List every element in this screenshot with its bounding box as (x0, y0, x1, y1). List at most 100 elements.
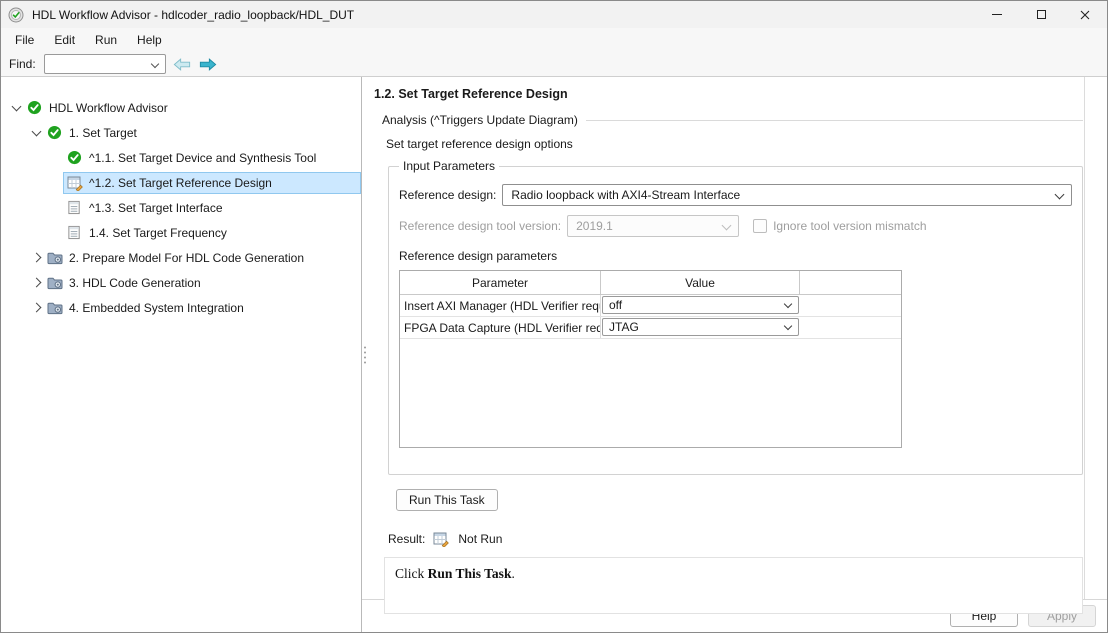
arrow-right-icon (199, 57, 217, 71)
input-parameters-group: Input Parameters Reference design: Radio… (388, 159, 1083, 475)
tree-item[interactable]: ^1.2. Set Target Reference Design (1, 170, 361, 195)
find-label: Find: (9, 57, 36, 71)
panel-splitter[interactable] (361, 346, 368, 363)
not-run-status-icon (433, 531, 450, 547)
run-this-task-button[interactable]: Run This Task (396, 489, 498, 511)
result-status: Not Run (458, 532, 503, 546)
table-row: FPGA Data Capture (HDL Verifier req... JT… (400, 317, 901, 339)
folder-gear-icon (47, 250, 64, 266)
tree-item[interactable]: 3. HDL Code Generation (1, 270, 361, 295)
column-header-filler (800, 271, 901, 294)
tool-version-value: 2019.1 (576, 219, 613, 233)
find-next-button[interactable] (198, 56, 218, 72)
menubar: File Edit Run Help (1, 28, 1107, 52)
reference-design-select[interactable]: Radio loopback with AXI4-Stream Interfac… (502, 184, 1072, 206)
document-icon (67, 225, 84, 241)
close-button[interactable] (1063, 1, 1107, 28)
tree-item[interactable]: 2. Prepare Model For HDL Code Generation (1, 245, 361, 270)
tree-item-label: ^1.3. Set Target Interface (89, 200, 223, 215)
tree-item-body[interactable]: 2. Prepare Model For HDL Code Generation (43, 247, 361, 269)
reference-design-label: Reference design: (399, 188, 497, 202)
parameter-value-cell: off (601, 295, 800, 316)
chevron-down-icon (783, 299, 793, 309)
tree-item-label: 4. Embedded System Integration (69, 300, 244, 315)
window-title: HDL Workflow Advisor - hdlcoder_radio_lo… (32, 7, 355, 22)
section-rule (585, 119, 1083, 121)
scrollbar-track[interactable] (1084, 77, 1085, 599)
tree-item[interactable]: HDL Workflow Advisor (1, 95, 361, 120)
parameter-value-cell: JTAG (601, 317, 800, 338)
ignore-mismatch-label: Ignore tool version mismatch (773, 219, 927, 233)
task-panel: 1.2. Set Target Reference Design Analysi… (362, 77, 1107, 632)
folder-gear-icon (47, 275, 64, 291)
input-parameters-legend: Input Parameters (403, 159, 496, 173)
find-previous-button[interactable] (172, 56, 192, 72)
tree-item-label: HDL Workflow Advisor (49, 100, 168, 115)
chevron-down-icon (783, 321, 793, 331)
tool-version-select[interactable]: 2019.1 (567, 215, 740, 237)
find-input[interactable] (48, 56, 145, 72)
task-pencil-icon (67, 175, 84, 191)
parameter-value-select[interactable]: JTAG (602, 318, 799, 336)
find-input-combo[interactable] (43, 54, 166, 74)
parameter-name-cell: Insert AXI Manager (HDL Verifier requ... (400, 295, 601, 316)
tree-item[interactable]: ^1.3. Set Target Interface (1, 195, 361, 220)
parameter-value-select[interactable]: off (602, 296, 799, 314)
result-message-suffix: . (511, 566, 515, 581)
parameter-name-cell: FPGA Data Capture (HDL Verifier req... (400, 317, 601, 338)
tree-item-body[interactable]: ^1.1. Set Target Device and Synthesis To… (63, 147, 361, 169)
tool-version-label: Reference design tool version: (399, 219, 562, 233)
result-message-prefix: Click (395, 566, 428, 581)
page-title: 1.2. Set Target Reference Design (374, 87, 568, 101)
hdl-workflow-advisor-window: HDL Workflow Advisor - hdlcoder_radio_lo… (0, 0, 1108, 633)
menu-help[interactable]: Help (127, 30, 172, 50)
param-table-body: Insert AXI Manager (HDL Verifier requ...… (400, 295, 901, 339)
table-row: Insert AXI Manager (HDL Verifier requ...… (400, 295, 901, 317)
tree-item[interactable]: 4. Embedded System Integration (1, 295, 361, 320)
menu-file[interactable]: File (5, 30, 44, 50)
tree-item-label: ^1.2. Set Target Reference Design (89, 175, 272, 190)
tree-item-body[interactable]: 1. Set Target (43, 122, 361, 144)
tree-item[interactable]: 1. Set Target (1, 120, 361, 145)
reference-design-parameters-label: Reference design parameters (399, 249, 558, 263)
maximize-icon (1036, 10, 1046, 19)
chevron-down-icon (1054, 189, 1065, 200)
tree-item-body[interactable]: 4. Embedded System Integration (43, 297, 361, 319)
app-icon (8, 7, 24, 23)
result-row: Result: Not Run (388, 531, 1083, 547)
tree-item-body[interactable]: ^1.3. Set Target Interface (63, 197, 361, 219)
maximize-button[interactable] (1019, 1, 1063, 28)
result-label: Result: (388, 532, 426, 546)
tree-item-label: 2. Prepare Model For HDL Code Generation (69, 250, 305, 265)
parameter-value: off (609, 298, 623, 312)
menu-run[interactable]: Run (85, 30, 127, 50)
titlebar: HDL Workflow Advisor - hdlcoder_radio_lo… (1, 1, 1107, 28)
arrow-left-icon (173, 57, 190, 71)
tree-item-body[interactable]: 1.4. Set Target Frequency (63, 222, 361, 244)
result-message: Click Run This Task. (384, 557, 1083, 614)
minimize-button[interactable] (975, 1, 1019, 28)
tree-item-body[interactable]: 3. HDL Code Generation (43, 272, 361, 294)
menu-edit[interactable]: Edit (44, 30, 85, 50)
tree-item-body[interactable]: HDL Workflow Advisor (23, 97, 361, 119)
column-header-value: Value (601, 271, 800, 294)
tree-item[interactable]: ^1.1. Set Target Device and Synthesis To… (1, 145, 361, 170)
document-icon (67, 200, 84, 216)
tree-item-label: 1.4. Set Target Frequency (89, 225, 227, 240)
workflow-tree: HDL Workflow Advisor 1. Set Target ^1.1. S… (1, 77, 362, 632)
tree-item-label: ^1.1. Set Target Device and Synthesis To… (89, 150, 317, 165)
analysis-section-header: Analysis (^Triggers Update Diagram) (382, 113, 1083, 127)
analysis-label: Analysis (^Triggers Update Diagram) (382, 113, 578, 127)
task-panel-content: 1.2. Set Target Reference Design Analysi… (362, 77, 1107, 614)
tree-item[interactable]: 1.4. Set Target Frequency (1, 220, 361, 245)
column-header-parameter: Parameter (400, 271, 601, 294)
task-description: Set target reference design options (386, 137, 573, 151)
check-circle-icon (27, 100, 44, 116)
tree-item-label: 1. Set Target (69, 125, 137, 140)
chevron-down-icon (150, 59, 159, 69)
reference-design-value: Radio loopback with AXI4-Stream Interfac… (511, 188, 741, 202)
param-table-header: Parameter Value (400, 271, 901, 295)
parameter-value: JTAG (609, 320, 639, 334)
tree-item-selected-body[interactable]: ^1.2. Set Target Reference Design (63, 171, 361, 194)
ignore-mismatch-checkbox[interactable] (753, 219, 768, 233)
